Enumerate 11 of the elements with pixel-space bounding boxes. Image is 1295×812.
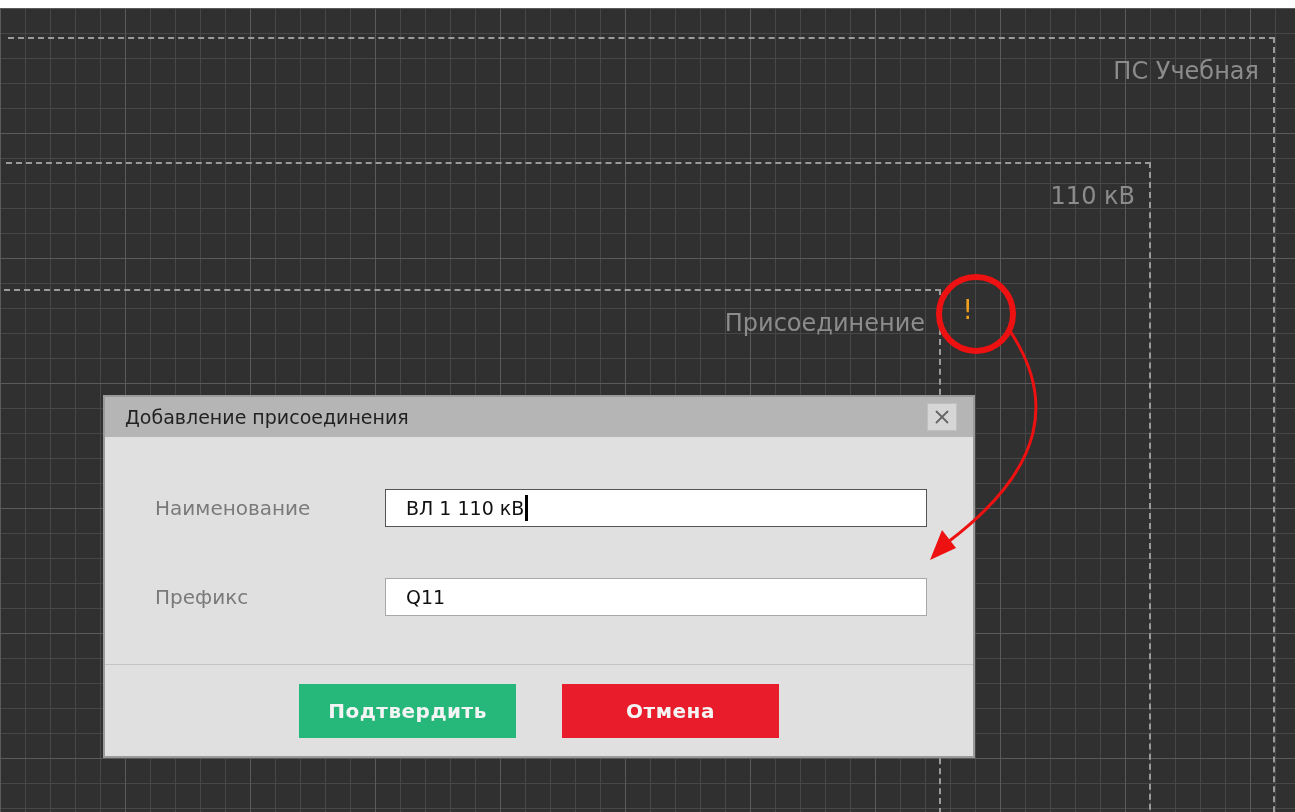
region-label: ПС Учебная [1113, 59, 1259, 83]
region-label: 110 кВ [1050, 184, 1135, 208]
cancel-button[interactable]: Отмена [562, 684, 779, 738]
field-label: Наименование [155, 495, 312, 522]
warning-mark: ! [962, 297, 973, 323]
region-label: Присоединение [724, 311, 925, 335]
close-button[interactable] [927, 403, 957, 431]
dialog-title: Добавление присоединения [125, 404, 409, 430]
text-input-field[interactable]: Q11 [385, 578, 927, 616]
field-label: Префикс [155, 584, 250, 611]
text-input-field[interactable]: ВЛ 1 110 кВ [385, 489, 927, 527]
